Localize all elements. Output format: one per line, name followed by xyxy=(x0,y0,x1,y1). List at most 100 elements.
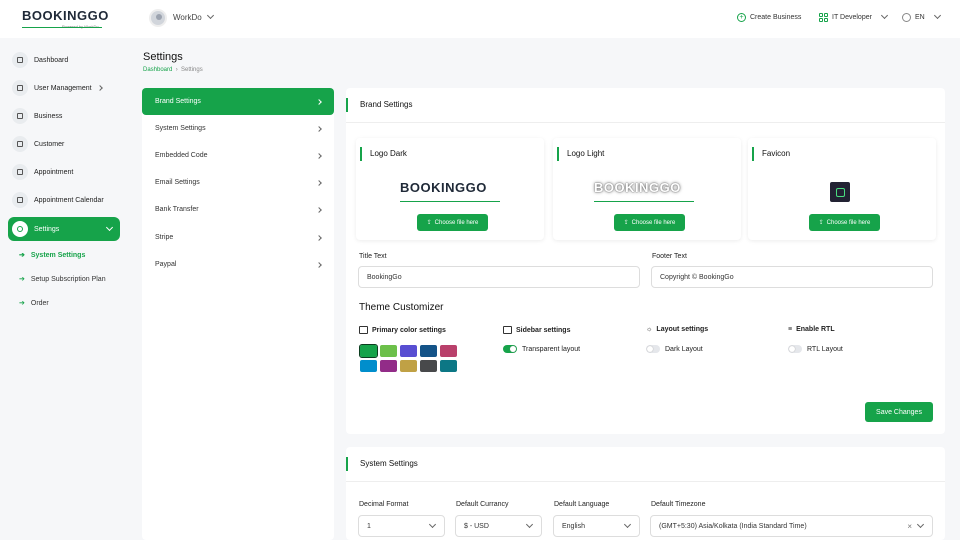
rtl-layout-toggle[interactable]: RTL Layout xyxy=(788,345,843,353)
select-value: 1 xyxy=(367,522,371,530)
color-swatch[interactable] xyxy=(400,345,417,357)
sidebar: Dashboard User Management Business Custo… xyxy=(0,38,130,540)
color-swatch[interactable] xyxy=(360,360,377,372)
subitem-label: Order xyxy=(30,299,49,307)
divider xyxy=(346,481,945,482)
create-business-label: Create Business xyxy=(750,14,802,21)
settings-menu: Brand Settings System Settings Embedded … xyxy=(142,88,334,540)
menu-item-label: Brand Settings xyxy=(155,98,201,105)
color-swatch[interactable] xyxy=(440,345,457,357)
toggle-label: RTL Layout xyxy=(807,345,843,353)
upload-icon: ⇪ xyxy=(426,220,432,226)
sidebar-item-appointment[interactable]: Appointment xyxy=(8,160,120,184)
menu-item-embedded-code[interactable]: Embedded Code xyxy=(142,142,334,169)
breadcrumb-home-link[interactable]: Dashboard xyxy=(143,67,172,73)
decimal-format-label: Decimal Format xyxy=(359,501,409,508)
menu-item-brand-settings[interactable]: Brand Settings xyxy=(142,88,334,115)
language-label: EN xyxy=(915,14,925,21)
decimal-format-select[interactable]: 1 xyxy=(358,515,445,537)
logo-light-title: Logo Light xyxy=(557,147,604,161)
workspace-switcher[interactable]: WorkDo xyxy=(173,11,214,22)
upload-icon: ⇪ xyxy=(623,220,629,226)
clear-icon[interactable]: × xyxy=(907,522,912,531)
sidebar-item-label: Customer xyxy=(34,140,65,148)
title-text-label: Title Text xyxy=(359,253,387,260)
enable-rtl-heading: ≡ Enable RTL xyxy=(788,326,835,333)
menu-item-label: Email Settings xyxy=(155,179,200,186)
menu-item-label: System Settings xyxy=(155,125,206,132)
top-bar: BOOKINGGO Powered by WorkDo WorkDo +Crea… xyxy=(0,0,960,38)
sidebar-settings-heading: Sidebar settings xyxy=(503,326,570,334)
favicon-title: Favicon xyxy=(752,147,790,161)
footer-text-label: Footer Text xyxy=(652,253,687,260)
menu-item-stripe[interactable]: Stripe xyxy=(142,224,334,251)
heading-label: Layout settings xyxy=(656,326,709,333)
dark-layout-toggle[interactable]: Dark Layout xyxy=(646,345,703,353)
language-switcher[interactable]: EN xyxy=(902,11,941,22)
menu-item-bank-transfer[interactable]: Bank Transfer xyxy=(142,196,334,223)
color-swatch[interactable] xyxy=(440,360,457,372)
transparent-layout-toggle[interactable]: Transparent layout xyxy=(503,345,580,353)
grid-icon xyxy=(819,13,828,22)
chevron-right-icon xyxy=(316,98,322,105)
avatar[interactable] xyxy=(149,9,167,27)
sidebar-item-label: Settings xyxy=(34,225,60,233)
card-title: System Settings xyxy=(346,457,418,471)
choose-file-label: Choose file here xyxy=(826,219,871,226)
theme-customizer-title: Theme Customizer xyxy=(359,302,444,313)
default-currency-select[interactable]: $ - USD xyxy=(455,515,542,537)
role-switcher[interactable]: IT Developer xyxy=(819,11,888,22)
favicon-preview xyxy=(830,182,850,202)
select-value: $ - USD xyxy=(464,522,489,530)
logo-dark-preview: BOOKINGGO xyxy=(400,180,487,195)
sidebar-item-user-management[interactable]: User Management xyxy=(8,76,120,100)
layout-icon xyxy=(503,326,512,334)
toggle-label: Transparent layout xyxy=(522,345,581,353)
color-swatch[interactable] xyxy=(420,360,437,372)
chevron-down-icon xyxy=(880,11,888,20)
logo-dark-underline xyxy=(400,201,500,202)
sidebar-subitem-system-settings[interactable]: ➔ System Settings xyxy=(19,251,85,260)
color-swatch[interactable] xyxy=(380,360,397,372)
save-changes-button[interactable]: Save Changes xyxy=(865,402,933,422)
menu-item-system-settings[interactable]: System Settings xyxy=(142,115,334,142)
sidebar-item-label: Appointment Calendar xyxy=(34,196,104,204)
menu-item-email-settings[interactable]: Email Settings xyxy=(142,169,334,196)
color-swatch[interactable] xyxy=(359,344,378,358)
toggle-switch[interactable] xyxy=(646,345,660,353)
upload-icon: ⇪ xyxy=(818,220,824,226)
menu-item-paypal[interactable]: Paypal xyxy=(142,251,334,278)
app-logo[interactable]: BOOKINGGO xyxy=(22,8,109,23)
sidebar-item-appointment-calendar[interactable]: Appointment Calendar xyxy=(8,188,120,212)
default-timezone-select[interactable]: (GMT+5:30) Asia/Kolkata (India Standard … xyxy=(650,515,933,537)
calendar-icon xyxy=(12,164,28,180)
choose-file-label: Choose file here xyxy=(434,219,479,226)
favicon-card: Favicon ⇪ Choose file here xyxy=(748,138,936,240)
sidebar-item-customer[interactable]: Customer xyxy=(8,132,120,156)
sidebar-item-business[interactable]: Business xyxy=(8,104,120,128)
color-swatch[interactable] xyxy=(380,345,397,357)
choose-file-label: Choose file here xyxy=(631,219,676,226)
logo-dark-card: Logo Dark BOOKINGGO ⇪ Choose file here xyxy=(356,138,544,240)
default-language-select[interactable]: English xyxy=(553,515,640,537)
footer-text-input[interactable]: Copyright © BookingGo xyxy=(651,266,933,288)
chevron-down-icon xyxy=(206,11,214,20)
arrow-right-icon: ➔ xyxy=(19,300,25,307)
sidebar-subitem-subscription-plan[interactable]: ➔ Setup Subscription Plan xyxy=(19,275,106,284)
title-text-input[interactable]: BookingGo xyxy=(358,266,640,288)
sidebar-subitem-order[interactable]: ➔ Order xyxy=(19,299,49,308)
color-swatch[interactable] xyxy=(420,345,437,357)
choose-file-button[interactable]: ⇪ Choose file here xyxy=(614,214,685,231)
choose-file-button[interactable]: ⇪ Choose file here xyxy=(417,214,488,231)
sidebar-item-dashboard[interactable]: Dashboard xyxy=(8,48,120,72)
toggle-switch[interactable] xyxy=(503,345,517,353)
create-business-button[interactable]: + Create Business xyxy=(737,13,801,22)
toggle-switch[interactable] xyxy=(788,345,802,353)
sidebar-item-settings[interactable]: Settings xyxy=(8,217,120,241)
choose-file-button[interactable]: ⇪ Choose file here xyxy=(809,214,880,231)
logo-light-preview: BOOKINGGO xyxy=(594,180,681,195)
role-label: IT Developer xyxy=(832,14,872,21)
chevron-right-icon xyxy=(316,261,322,268)
arrow-right-icon: ➔ xyxy=(19,252,25,259)
color-swatch[interactable] xyxy=(400,360,417,372)
